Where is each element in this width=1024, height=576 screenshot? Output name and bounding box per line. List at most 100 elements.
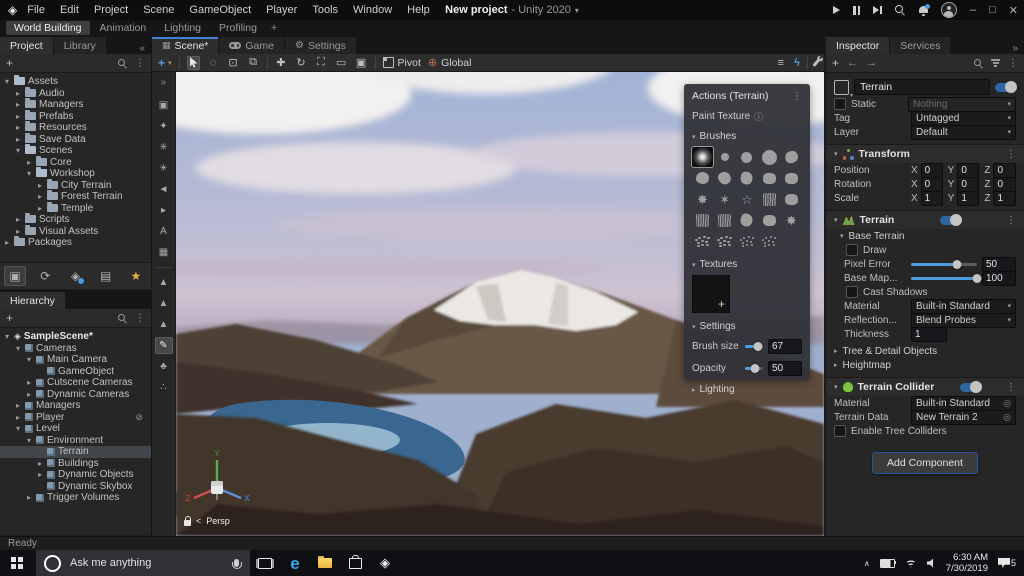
expand-panel-icon[interactable]: »: [1006, 43, 1024, 54]
fold-arrow-icon[interactable]: ▸: [36, 204, 44, 213]
tree-item-visual-assets[interactable]: ▸Visual Assets: [0, 226, 151, 238]
position-x-field[interactable]: 0: [921, 163, 943, 178]
tree-item-dynamic-cameras[interactable]: ▸Dynamic Cameras: [0, 389, 151, 401]
step-button[interactable]: [873, 6, 882, 14]
menu-scene[interactable]: Scene: [143, 4, 174, 16]
rotation-x-field[interactable]: 0: [921, 177, 943, 192]
camera-icon[interactable]: ▦: [155, 244, 173, 261]
rotate-tool[interactable]: ↻: [295, 56, 308, 70]
more-options-icon[interactable]: ⋮: [135, 58, 145, 69]
base-terrain-foldout[interactable]: ▾Base Terrain: [826, 229, 1024, 243]
tag-dropdown[interactable]: Untagged▾: [911, 111, 1016, 126]
file-explorer-button[interactable]: [310, 550, 340, 576]
tab-services[interactable]: Services: [890, 37, 950, 54]
tree-item-managers[interactable]: ▸Managers: [0, 99, 151, 111]
collider-material-field[interactable]: Built-in Standard◎: [911, 396, 1016, 411]
more-options-icon[interactable]: ⋮: [1006, 382, 1016, 393]
speaker-icon[interactable]: [927, 559, 936, 568]
terrain-collider-header[interactable]: ▾ Terrain Collider ⋮: [826, 377, 1024, 396]
global-toggle[interactable]: ⊕ Global: [428, 56, 472, 69]
prefab-icon[interactable]: ▣: [155, 97, 173, 114]
lasso-tool[interactable]: ◌: [207, 56, 220, 70]
more-options-icon[interactable]: ⋮: [792, 91, 802, 102]
brush-8[interactable]: [759, 168, 780, 188]
brushes-foldout[interactable]: ▾Brushes: [692, 131, 802, 142]
task-view-button[interactable]: [250, 550, 280, 576]
tree-item-gameobject[interactable]: GameObject: [0, 366, 151, 378]
labels-icon[interactable]: ◈: [64, 266, 86, 286]
tree-item-temple[interactable]: ▸Temple: [0, 203, 151, 215]
opacity-value[interactable]: 50: [768, 361, 802, 376]
fold-arrow-icon[interactable]: ▸: [36, 181, 44, 190]
play-button[interactable]: [833, 6, 840, 14]
fold-arrow-icon[interactable]: ▸: [25, 378, 33, 387]
heightmap-foldout[interactable]: ▸Heightmap: [826, 358, 1024, 372]
menu-gameobject[interactable]: GameObject: [189, 4, 251, 16]
brush-23[interactable]: [759, 231, 780, 251]
draw-checkbox[interactable]: [846, 244, 858, 256]
tree-item-main-camera[interactable]: ▾Main Camera: [0, 354, 151, 366]
gameobject-active-toggle[interactable]: [995, 83, 1016, 92]
fold-arrow-icon[interactable]: ▸: [36, 459, 44, 468]
texture-slot[interactable]: +: [692, 275, 730, 313]
base-map-value[interactable]: 100: [982, 271, 1016, 286]
tree-item-cutscene-cameras[interactable]: ▸Cutscene Cameras: [0, 377, 151, 389]
move-tool[interactable]: ✚: [275, 56, 288, 70]
terrain-lower-icon[interactable]: ▲: [155, 295, 173, 312]
tree-item-managers[interactable]: ▸Managers: [0, 400, 151, 412]
unity-app-button[interactable]: ◈: [370, 550, 400, 576]
add-overlay-button[interactable]: +: [158, 56, 165, 70]
search-icon[interactable]: [974, 59, 983, 68]
workspace-tab-world-building[interactable]: World Building: [6, 21, 90, 35]
more-options-icon[interactable]: ⋮: [135, 313, 145, 324]
tree-item-environment[interactable]: ▾Environment: [0, 435, 151, 447]
transform-header[interactable]: ▾ Transform ⋮: [826, 144, 1024, 163]
account-avatar[interactable]: [941, 2, 957, 18]
collider-enabled-toggle[interactable]: [960, 383, 981, 392]
wifi-icon[interactable]: [905, 559, 917, 568]
fold-arrow-icon[interactable]: ▾: [25, 355, 33, 364]
gameobject-name-field[interactable]: Terrain: [854, 79, 990, 95]
menu-project[interactable]: Project: [94, 4, 128, 16]
brush-22[interactable]: [736, 231, 757, 251]
more-options-icon[interactable]: ⋮: [1006, 149, 1016, 160]
fold-arrow-icon[interactable]: ▸: [36, 470, 44, 479]
reflection-dropdown[interactable]: Blend Probes▾: [911, 313, 1016, 328]
menu-tools[interactable]: Tools: [312, 4, 338, 16]
brush-21[interactable]: [714, 231, 735, 251]
brush-12[interactable]: ☆: [736, 189, 757, 209]
brush-18[interactable]: [759, 210, 780, 230]
brush-3[interactable]: [759, 147, 780, 167]
tree-item-packages[interactable]: ▸Packages: [0, 237, 151, 249]
menu-help[interactable]: Help: [407, 4, 430, 16]
info-icon[interactable]: ⓘ: [754, 110, 763, 123]
filter-icon[interactable]: [991, 59, 1000, 67]
fold-arrow-icon[interactable]: ▸: [25, 390, 33, 399]
fold-arrow-icon[interactable]: ▾: [25, 436, 33, 445]
brush-5[interactable]: [692, 168, 713, 188]
orientation-gizmo[interactable]: Y X Z: [184, 448, 254, 512]
rotation-y-field[interactable]: 0: [957, 177, 979, 192]
enable-tree-colliders-checkbox[interactable]: [834, 425, 846, 437]
search-icon[interactable]: [895, 5, 906, 16]
action-center-button[interactable]: 5: [998, 558, 1016, 568]
menu-player[interactable]: Player: [266, 4, 297, 16]
rotation-z-field[interactable]: 0: [993, 177, 1016, 192]
tree-item-save-data[interactable]: ▸Save Data: [0, 134, 151, 146]
minimize-button[interactable]: –: [970, 4, 976, 16]
tab-game[interactable]: Game: [219, 37, 284, 54]
tree-item-samplescene[interactable]: ▾◈SampleScene*: [0, 331, 151, 343]
fold-arrow-icon[interactable]: ▸: [14, 135, 22, 144]
microphone-icon[interactable]: [234, 559, 239, 567]
back-arrow-icon[interactable]: ←: [847, 57, 858, 69]
edge-browser-button[interactable]: e: [280, 550, 310, 576]
tab-scene[interactable]: ▦ Scene*: [152, 37, 218, 54]
gameobject-cube-icon[interactable]: [834, 80, 849, 95]
assets-sync-icon[interactable]: ⟳: [34, 266, 56, 286]
brush-11[interactable]: ✶: [714, 189, 735, 209]
lightning-icon[interactable]: ϟ: [794, 57, 800, 69]
perspective-toggle[interactable]: < Persp: [184, 516, 230, 526]
opacity-slider[interactable]: [745, 367, 763, 370]
menu-edit[interactable]: Edit: [60, 4, 79, 16]
particles-icon[interactable]: ✳: [155, 139, 173, 156]
